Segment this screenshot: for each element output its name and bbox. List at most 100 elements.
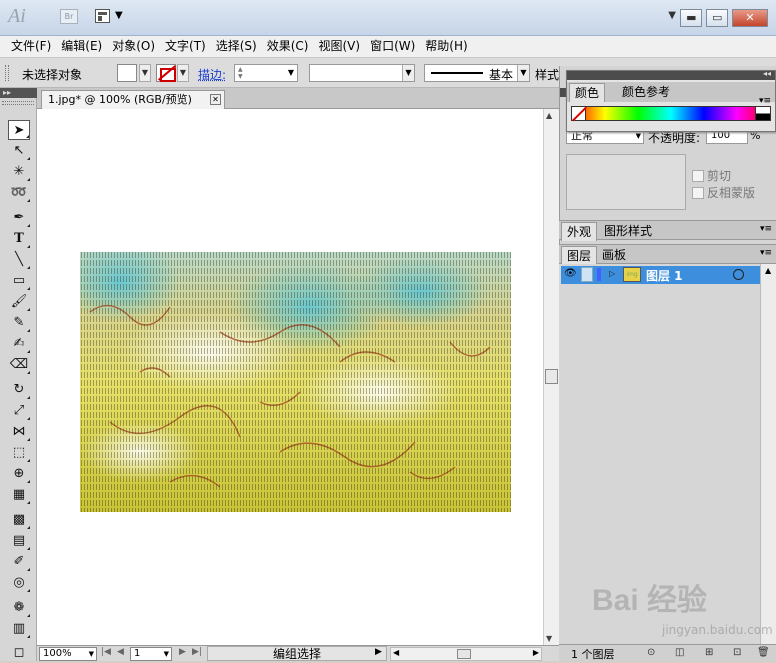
width-tool-icon[interactable]: ⋈	[8, 422, 30, 442]
perspective-grid-tool-icon[interactable]: ▦	[8, 485, 30, 505]
menu-window[interactable]: 窗口(W)	[365, 36, 420, 56]
line-tool-icon[interactable]: ╲	[8, 250, 30, 270]
close-button[interactable]: ✕	[732, 9, 768, 27]
zoom-level-select[interactable]: 100% ▼	[39, 647, 97, 661]
clip-checkbox[interactable]	[692, 170, 704, 182]
scroll-right-icon[interactable]: ▶	[533, 648, 539, 657]
menu-select[interactable]: 选择(S)	[211, 36, 262, 56]
menu-view[interactable]: 视图(V)	[313, 36, 365, 56]
symbol-sprayer-tool-icon[interactable]: ❁	[8, 598, 30, 618]
fill-dropdown-button[interactable]: ▼	[139, 64, 151, 82]
selection-tool-icon[interactable]: ➤	[8, 120, 30, 140]
eraser-tool-icon[interactable]: ⌫	[8, 355, 30, 375]
lasso-tool-icon[interactable]: ➿	[8, 183, 30, 203]
new-sublayer-icon[interactable]: ⊞	[705, 647, 713, 658]
menu-help[interactable]: 帮助(H)	[420, 36, 472, 56]
tab-layers[interactable]: 图层	[561, 246, 598, 265]
stroke-weight-field[interactable]: ▲ ▼ ▼	[234, 64, 298, 82]
brush-definition-select[interactable]: 基本 ▼	[424, 64, 530, 82]
none-color-swatch[interactable]	[571, 106, 586, 121]
blob-brush-tool-icon[interactable]: ✍	[8, 334, 30, 354]
workspace-switcher-dropdown[interactable]: ▼	[668, 10, 676, 21]
tools-panel-header[interactable]: ▸▸	[0, 88, 37, 98]
magic-wand-tool-icon[interactable]: ✳	[8, 162, 30, 182]
panel-menu-icon[interactable]: ▾≡	[760, 224, 772, 234]
expand-triangle-icon[interactable]: ▷	[609, 269, 615, 278]
panel-menu-icon[interactable]: ▾≡	[760, 248, 772, 258]
scroll-up-icon[interactable]: ▲	[765, 266, 771, 275]
scroll-up-icon[interactable]: ▲	[546, 111, 552, 120]
status-tool-label[interactable]: 编组选择	[207, 646, 387, 661]
first-artboard-icon[interactable]: |◀	[101, 647, 111, 657]
vertical-scroll-thumb[interactable]	[545, 369, 558, 384]
horizontal-scroll-thumb[interactable]	[457, 649, 471, 659]
color-panel-header[interactable]: ◂◂	[567, 69, 775, 80]
close-tab-icon[interactable]: ✕	[210, 94, 221, 105]
artboard-number-select[interactable]: 1 ▼	[130, 647, 172, 661]
scroll-down-icon[interactable]: ▼	[546, 634, 552, 643]
control-bar-grip[interactable]	[5, 65, 9, 81]
arrange-documents-button[interactable]: ▼	[95, 9, 125, 25]
column-graph-tool-icon[interactable]: ▥	[8, 619, 30, 639]
paintbrush-tool-icon[interactable]: 🖌	[8, 292, 30, 312]
shape-builder-tool-icon[interactable]: ⊕	[8, 464, 30, 484]
last-artboard-icon[interactable]: ▶|	[192, 647, 202, 657]
direct-selection-tool-icon[interactable]: ↖	[8, 141, 30, 161]
pencil-tool-icon[interactable]: ✎	[8, 313, 30, 333]
rotate-tool-icon[interactable]: ↻	[8, 380, 30, 400]
clip-checkbox-row[interactable]: 剪切	[692, 167, 731, 184]
scroll-left-icon[interactable]: ◀	[393, 648, 399, 657]
stepper-icon[interactable]: ▲ ▼	[238, 66, 243, 80]
delete-layer-icon[interactable]: 🗑	[757, 647, 770, 658]
menu-file[interactable]: 文件(F)	[6, 36, 56, 56]
layer-name[interactable]: 图层 1	[646, 267, 683, 284]
stroke-color-swatch[interactable]	[156, 64, 177, 82]
menu-effect[interactable]: 效果(C)	[262, 36, 314, 56]
fill-color-swatch[interactable]	[117, 64, 137, 82]
make-clipping-mask-icon[interactable]: ◫	[675, 647, 684, 658]
layer-row[interactable]: 👁 ▷ img 图层 1	[561, 266, 761, 284]
scale-tool-icon[interactable]: ⤢	[8, 401, 30, 421]
tab-color-guide[interactable]: 颜色参考	[617, 83, 675, 102]
panel-menu-icon[interactable]: ▾≡	[759, 96, 771, 106]
type-tool-icon[interactable]: T	[8, 229, 30, 249]
vertical-scrollbar[interactable]: ▲ ▼	[543, 109, 559, 645]
document-tab[interactable]: 1.jpg* @ 100% (RGB/预览) ✕	[41, 90, 225, 109]
tools-panel-grip[interactable]	[2, 101, 34, 105]
menu-type[interactable]: 文字(T)	[160, 36, 211, 56]
invert-mask-checkbox[interactable]	[692, 187, 704, 199]
next-artboard-icon[interactable]: ▶	[179, 647, 186, 657]
visibility-eye-icon[interactable]: 👁	[564, 268, 578, 281]
pen-tool-icon[interactable]: ✒	[8, 208, 30, 228]
blend-tool-icon[interactable]: ◎	[8, 573, 30, 593]
previous-artboard-icon[interactable]: ◀	[117, 647, 124, 657]
free-transform-tool-icon[interactable]: ⬚	[8, 443, 30, 463]
horizontal-scrollbar[interactable]: ◀ ▶	[390, 647, 542, 661]
tab-graphic-styles[interactable]: 图形样式	[599, 222, 657, 241]
placed-image[interactable]	[80, 252, 511, 512]
status-menu-arrow-icon[interactable]: ▶	[375, 647, 382, 657]
bridge-button[interactable]: Br	[60, 9, 78, 24]
tab-color[interactable]: 颜色	[569, 83, 606, 102]
stroke-panel-link[interactable]: 描边:	[198, 66, 226, 83]
restore-button[interactable]: ▭	[706, 9, 729, 27]
collapse-panel-icon[interactable]: ◂◂	[763, 69, 771, 78]
tab-appearance[interactable]: 外观	[561, 222, 598, 241]
stroke-dropdown-button[interactable]: ▼	[177, 64, 189, 82]
eyedropper-tool-icon[interactable]: ✐	[8, 552, 30, 572]
new-layer-icon[interactable]: ⊡	[733, 647, 741, 658]
tab-artboards[interactable]: 画板	[597, 246, 631, 265]
locate-object-icon[interactable]: ⊙	[647, 647, 655, 658]
gradient-tool-icon[interactable]: ▤	[8, 531, 30, 551]
menu-edit[interactable]: 编辑(E)	[56, 36, 107, 56]
color-spectrum-bar[interactable]	[571, 106, 771, 121]
mesh-tool-icon[interactable]: ▩	[8, 510, 30, 530]
variable-width-profile-select[interactable]: ▼	[309, 64, 415, 82]
target-circle-icon[interactable]	[733, 269, 744, 280]
rectangle-tool-icon[interactable]: ▭	[8, 271, 30, 291]
invert-mask-checkbox-row[interactable]: 反相蒙版	[692, 184, 755, 201]
menu-object[interactable]: 对象(O)	[107, 36, 160, 56]
minimize-button[interactable]: ▬	[680, 9, 703, 27]
artboard-tool-icon[interactable]: ◻	[8, 643, 30, 663]
lock-toggle[interactable]	[581, 267, 593, 282]
